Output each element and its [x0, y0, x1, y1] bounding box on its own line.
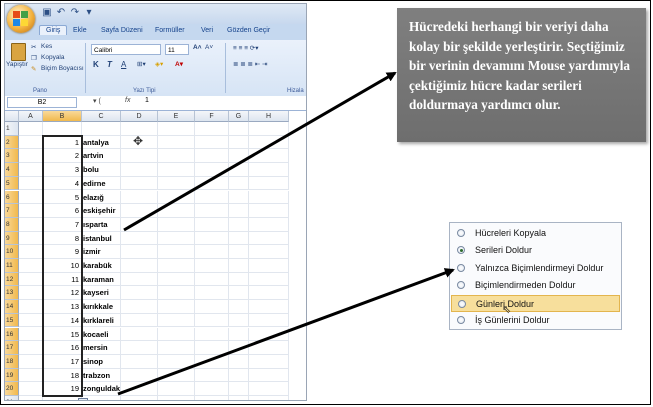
arrow-to-callout [123, 71, 397, 232]
arrow-to-menu [117, 268, 455, 396]
office-button[interactable] [7, 5, 35, 33]
annotation-arrows [117, 71, 455, 396]
office-logo-icon [13, 11, 28, 26]
